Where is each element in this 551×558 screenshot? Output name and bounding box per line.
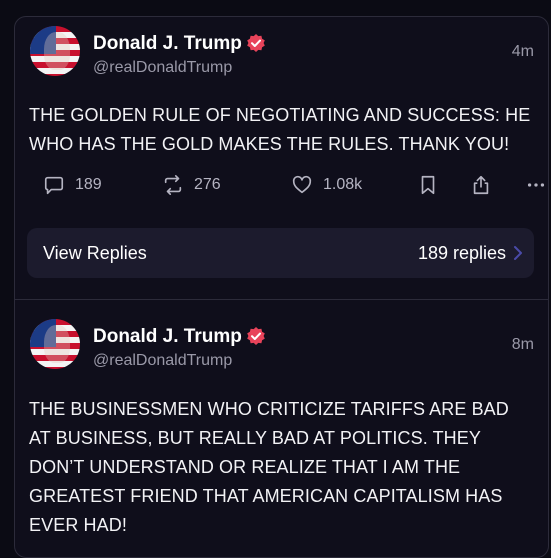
post[interactable]: Donald J. Trump @realDonaldTrump 4m THE … [15,17,548,299]
share-button[interactable] [470,173,492,197]
post-timestamp: 8m [511,336,534,353]
bookmark-button[interactable] [417,173,439,197]
bookmark-icon [421,175,435,195]
chevron-right-icon [514,246,522,260]
author-handle[interactable]: @realDonaldTrump [93,352,232,370]
more-icon [527,183,545,187]
like-count: 1.08k [323,176,363,193]
view-replies-label[interactable]: View Replies [43,243,147,264]
heart-icon [292,175,312,194]
post-text: THE GOLDEN RULE OF NEGOTIATING AND SUCCE… [29,105,531,154]
reply-count: 189 [75,176,102,193]
avatar[interactable] [30,319,80,369]
verified-badge-icon [247,34,265,52]
verified-badge-icon [247,327,265,345]
more-button[interactable] [525,173,547,197]
repost-count: 276 [194,176,221,193]
author-name[interactable]: Donald J. Trump [93,326,242,348]
feed-panel: Donald J. Trump @realDonaldTrump 4m THE … [14,16,549,558]
avatar[interactable] [30,26,80,76]
replies-count-label[interactable]: 189 replies [418,243,506,264]
post-actions: 189 276 1.08k [29,173,545,201]
reply-button[interactable]: 189 [43,173,102,197]
like-button[interactable]: 1.08k [291,173,362,197]
repost-icon [164,175,182,195]
post-text: THE BUSINESSMEN WHO CRITICIZE TARIFFS AR… [29,399,509,535]
view-replies-bar[interactable]: View Replies 189 replies [27,228,534,278]
author-name[interactable]: Donald J. Trump [93,33,242,55]
author-handle[interactable]: @realDonaldTrump [93,59,232,77]
post-timestamp: 4m [511,43,534,60]
reply-icon [44,176,64,195]
share-icon [473,175,489,195]
repost-button[interactable]: 276 [162,173,221,197]
post[interactable]: Donald J. Trump @realDonaldTrump 8m THE … [15,300,548,557]
